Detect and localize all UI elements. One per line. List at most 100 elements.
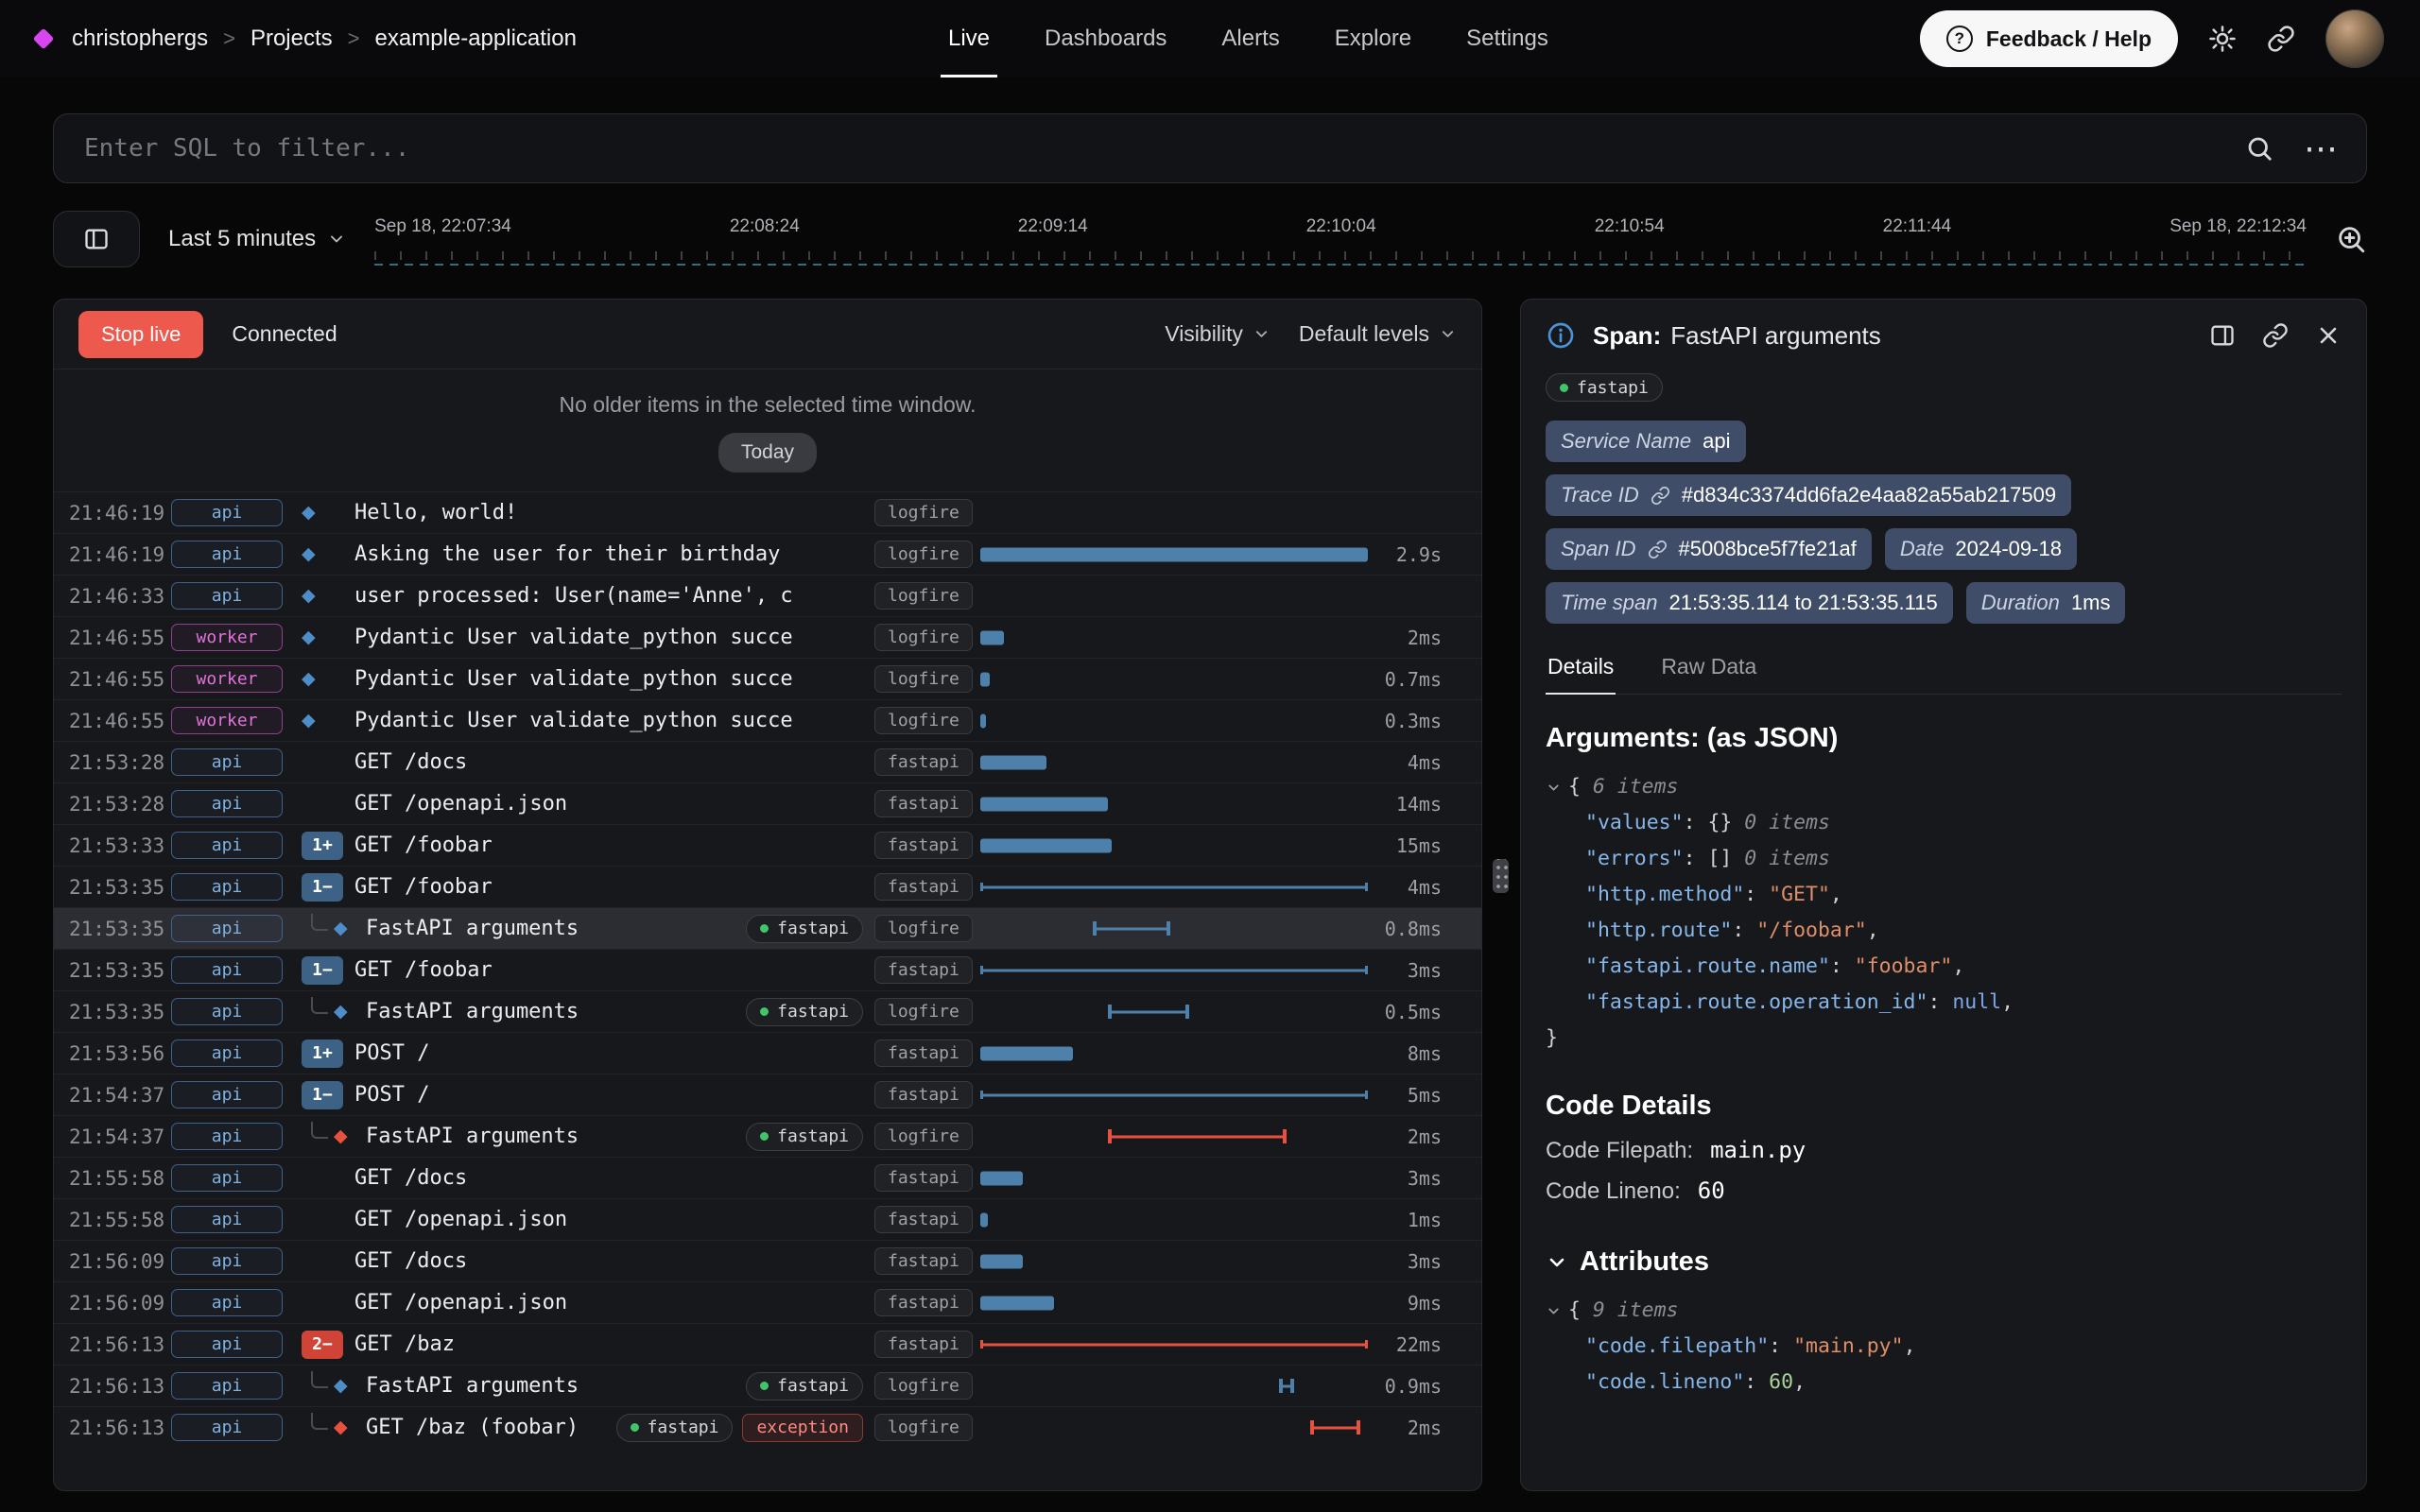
zoom-in-icon[interactable] — [2335, 223, 2367, 255]
row-duration: 3ms — [1368, 1250, 1481, 1273]
duration-bar — [1108, 1010, 1189, 1013]
trace-row[interactable]: 21:53:33api1+GET /foobarfastapi15ms — [54, 824, 1481, 866]
brand: christophergs>Projects>example-applicati… — [36, 26, 577, 52]
trace-row[interactable]: 21:53:28apiGET /docsfastapi4ms — [54, 741, 1481, 782]
nav-tab-live[interactable]: Live — [948, 0, 990, 77]
trace-row[interactable]: 21:54:37api◆FastAPI argumentsfastapilogf… — [54, 1115, 1481, 1157]
timeline-track[interactable]: Sep 18, 22:07:3422:08:2422:09:1422:10:04… — [374, 204, 2307, 274]
children-toggle-badge[interactable]: 1+ — [302, 832, 343, 860]
service-tag-api: api — [171, 873, 283, 901]
code-detail-row: Code Lineno: 60 — [1546, 1177, 2342, 1205]
trace-row[interactable]: 21:53:35api1−GET /foobarfastapi3ms — [54, 949, 1481, 990]
tree-connector — [311, 914, 328, 931]
breadcrumb-item-example-application[interactable]: example-application — [375, 26, 577, 52]
row-time: 21:53:56 — [69, 1042, 171, 1065]
trace-row[interactable]: 21:56:09apiGET /openapi.jsonfastapi9ms — [54, 1281, 1481, 1323]
row-time: 21:53:35 — [69, 959, 171, 982]
link-icon[interactable] — [1651, 486, 1670, 506]
duration-bar — [980, 885, 1368, 888]
duration-bar — [1310, 1426, 1360, 1429]
breadcrumb-item-christophergs[interactable]: christophergs — [72, 26, 208, 52]
nav-tab-settings[interactable]: Settings — [1466, 0, 1548, 77]
dock-panel-icon[interactable] — [2209, 322, 2236, 349]
collapse-caret-icon[interactable] — [1546, 780, 1562, 796]
children-toggle-badge[interactable]: 1− — [302, 956, 343, 985]
link-icon[interactable] — [1648, 540, 1668, 559]
row-message: FastAPI arguments — [366, 917, 746, 940]
json-line: "http.method": "GET", — [1546, 877, 2342, 913]
trace-row[interactable]: 21:56:13api2−GET /bazfastapi22ms — [54, 1323, 1481, 1365]
search-icon[interactable] — [2245, 134, 2273, 163]
copy-link-icon[interactable] — [2262, 322, 2289, 349]
service-tag-api: api — [171, 915, 283, 942]
json-line: "errors": [] 0 items — [1546, 841, 2342, 877]
trace-row[interactable]: 21:46:55worker◆Pydantic User validate_py… — [54, 616, 1481, 658]
meta-pill-time-span: Time span21:53:35.114 to 21:53:35.115 — [1546, 582, 1953, 624]
default-levels-select[interactable]: Default levels — [1299, 321, 1457, 347]
children-toggle-badge[interactable]: 1− — [302, 1081, 343, 1109]
children-toggle-badge[interactable]: 1+ — [302, 1040, 343, 1068]
trace-row[interactable]: 21:53:35api◆FastAPI argumentsfastapilogf… — [54, 907, 1481, 949]
trace-row[interactable]: 21:46:33api◆user processed: User(name='A… — [54, 575, 1481, 616]
nav-tab-alerts[interactable]: Alerts — [1221, 0, 1279, 77]
more-options-icon[interactable]: ⋯ — [2304, 131, 2338, 165]
sidebar-toggle-button[interactable] — [53, 211, 140, 267]
row-message: POST / — [354, 1083, 863, 1107]
children-toggle-badge[interactable]: 1− — [302, 873, 343, 902]
today-button[interactable]: Today — [718, 433, 817, 472]
breadcrumb-separator: > — [348, 26, 360, 51]
meta-pill-duration: Duration1ms — [1966, 582, 2126, 624]
trace-row[interactable]: 21:56:09apiGET /docsfastapi3ms — [54, 1240, 1481, 1281]
tree-connector — [311, 1122, 328, 1139]
attributes-heading[interactable]: Attributes — [1546, 1246, 2342, 1278]
detail-tab-details[interactable]: Details — [1546, 648, 1616, 695]
meta-value: 2024-09-18 — [1955, 537, 2062, 561]
detail-tab-raw-data[interactable]: Raw Data — [1659, 648, 1758, 694]
children-toggle-badge[interactable]: 2− — [302, 1331, 343, 1359]
service-tag-api: api — [171, 1081, 283, 1108]
theme-toggle-icon[interactable] — [2208, 25, 2237, 53]
collapse-caret-icon[interactable] — [1546, 1303, 1562, 1319]
share-link-icon[interactable] — [2267, 25, 2295, 53]
trace-row[interactable]: 21:46:55worker◆Pydantic User validate_py… — [54, 699, 1481, 741]
trace-row[interactable]: 21:56:13api◆GET /baz (foobar)fastapiexce… — [54, 1406, 1481, 1448]
code-detail-value: 60 — [1698, 1177, 1725, 1204]
trace-row[interactable]: 21:46:19api◆Hello, world!logfire — [54, 491, 1481, 533]
trace-row[interactable]: 21:53:35api1−GET /foobarfastapi4ms — [54, 866, 1481, 907]
trace-row[interactable]: 21:46:19api◆Asking the user for their bi… — [54, 533, 1481, 575]
close-icon[interactable] — [2315, 322, 2342, 349]
trace-row[interactable]: 21:55:58apiGET /openapi.jsonfastapi1ms — [54, 1198, 1481, 1240]
sql-filter-input[interactable] — [82, 133, 2215, 163]
nav-tab-explore[interactable]: Explore — [1335, 0, 1411, 77]
code-detail-label: Code Lineno: — [1546, 1178, 1681, 1205]
timeline-tick-label: 22:10:04 — [1306, 216, 1376, 237]
green-dot-icon — [760, 924, 769, 933]
duration-bar — [980, 1343, 1368, 1346]
visibility-select[interactable]: Visibility — [1165, 321, 1270, 347]
trace-row[interactable]: 21:55:58apiGET /docsfastapi3ms — [54, 1157, 1481, 1198]
trace-row[interactable]: 21:56:13api◆FastAPI argumentsfastapilogf… — [54, 1365, 1481, 1406]
detail-title: Span:FastAPI arguments — [1593, 321, 1881, 351]
connection-status: Connected — [232, 321, 337, 347]
nav-tab-dashboards[interactable]: Dashboards — [1045, 0, 1167, 77]
trace-row[interactable]: 21:53:28apiGET /openapi.jsonfastapi14ms — [54, 782, 1481, 824]
detail-content: Arguments: (as JSON) { 6 items"values": … — [1546, 695, 2342, 1400]
meta-value: #5008bce5f7fe21af — [1679, 537, 1857, 561]
panel-resize-handle[interactable] — [1493, 859, 1509, 893]
user-avatar[interactable] — [2325, 9, 2384, 68]
feedback-help-button[interactable]: ? Feedback / Help — [1920, 10, 2178, 67]
stop-live-button[interactable]: Stop live — [78, 311, 203, 358]
trace-row[interactable]: 21:53:35api◆FastAPI argumentsfastapilogf… — [54, 990, 1481, 1032]
detail-title-name: FastAPI arguments — [1670, 321, 1881, 350]
row-duration: 2ms — [1368, 1417, 1481, 1439]
time-range-select[interactable]: Last 5 minutes — [168, 226, 346, 252]
logfire-logo-icon[interactable] — [33, 28, 55, 50]
meta-value: api — [1703, 429, 1730, 454]
live-view-panel: Stop live Connected Visibility Default l… — [53, 299, 1482, 1491]
trace-row[interactable]: 21:46:55worker◆Pydantic User validate_py… — [54, 658, 1481, 699]
breadcrumb-item-projects[interactable]: Projects — [251, 26, 333, 52]
default-levels-label: Default levels — [1299, 321, 1429, 347]
trace-row[interactable]: 21:54:37api1−POST /fastapi5ms — [54, 1074, 1481, 1115]
trace-row[interactable]: 21:53:56api1+POST /fastapi8ms — [54, 1032, 1481, 1074]
row-time: 21:56:13 — [69, 1417, 171, 1439]
